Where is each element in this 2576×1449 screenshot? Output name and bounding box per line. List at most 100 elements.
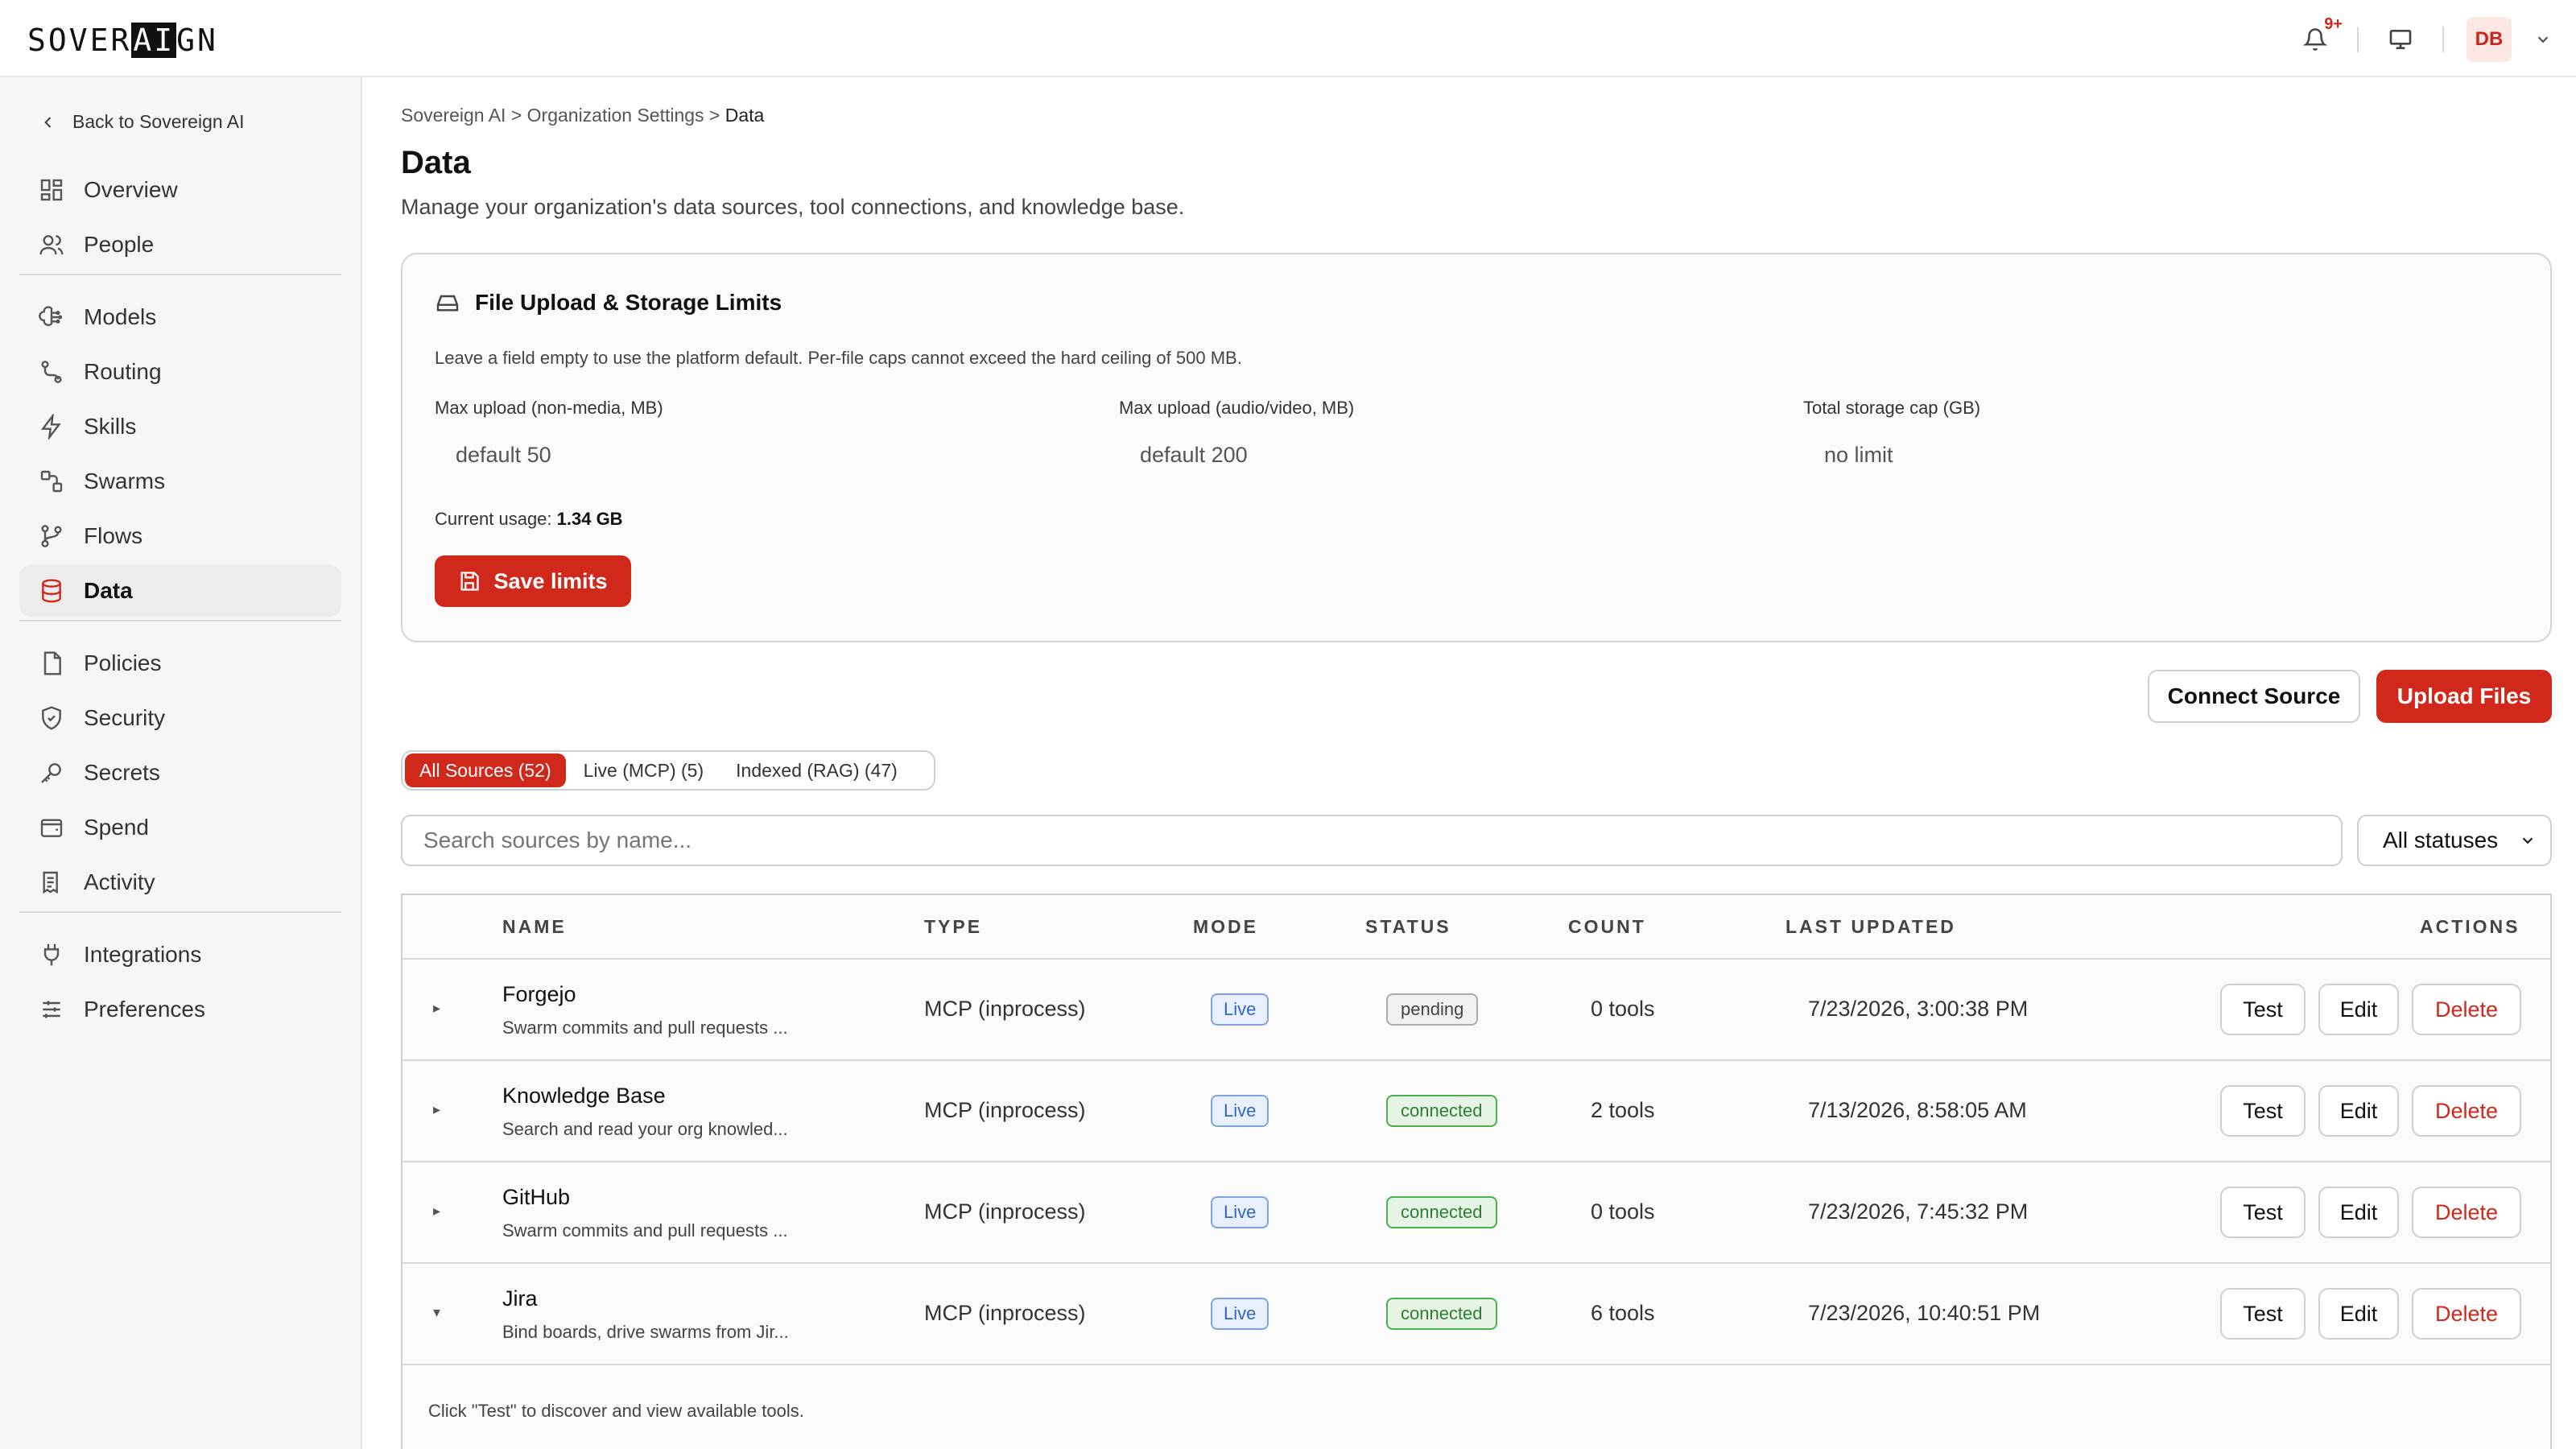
sidebar-item-data[interactable]: Data: [19, 565, 341, 617]
divider: [2442, 27, 2444, 52]
display-button[interactable]: [2381, 20, 2420, 59]
card-title-text: File Upload & Storage Limits: [475, 290, 782, 315]
storage-cap-input[interactable]: no limit: [1803, 443, 2496, 468]
status-filter-value: All statuses: [2383, 828, 2499, 852]
tab-all-sources[interactable]: All Sources (52): [405, 753, 566, 787]
sidebar-item-label: Preferences: [84, 997, 205, 1022]
sidebar-item-secrets[interactable]: Secrets: [19, 747, 341, 799]
max-upload-media-input[interactable]: default 200: [1119, 443, 1811, 468]
table-row[interactable]: ▸ Forgejo Swarm commits and pull request…: [402, 960, 2550, 1061]
test-button[interactable]: Test: [2220, 1085, 2306, 1137]
column-header-count[interactable]: COUNT: [1568, 916, 1646, 938]
sidebar-item-label: Security: [84, 705, 166, 730]
notifications-button[interactable]: 9+: [2296, 15, 2343, 59]
test-button[interactable]: Test: [2220, 1288, 2306, 1340]
delete-button[interactable]: Delete: [2412, 984, 2521, 1035]
sidebar-item-routing[interactable]: Routing: [19, 346, 341, 398]
sidebar-item-activity[interactable]: Activity: [19, 857, 341, 908]
expand-caret-icon[interactable]: ▸: [433, 1000, 440, 1017]
table-row[interactable]: ▸ Knowledge Base Search and read your or…: [402, 1061, 2550, 1162]
source-type: MCP (inprocess): [924, 1098, 1086, 1122]
users-icon: [39, 235, 64, 255]
usage-value: 1.34 GB: [556, 509, 623, 529]
breadcrumb-root[interactable]: Sovereign AI: [401, 105, 506, 126]
page-subtitle: Manage your organization's data sources,…: [401, 195, 1185, 219]
table-header: NAME TYPE MODE STATUS COUNT LAST UPDATED…: [402, 895, 2550, 960]
storage-limits-card: File Upload & Storage Limits Leave a fie…: [401, 253, 2552, 642]
receipt-icon: [43, 871, 58, 894]
source-type: MCP (inprocess): [924, 1301, 1086, 1325]
expand-caret-icon[interactable]: ▸: [433, 1101, 440, 1118]
sidebar-item-overview[interactable]: Overview: [19, 164, 341, 216]
column-header-actions: ACTIONS: [2420, 916, 2520, 937]
status-badge: connected: [1386, 1095, 1497, 1127]
sidebar-item-skills[interactable]: Skills: [19, 401, 341, 452]
mode-badge: Live: [1211, 1196, 1269, 1228]
delete-button[interactable]: Delete: [2412, 1085, 2521, 1137]
sidebar-item-preferences[interactable]: Preferences: [19, 984, 341, 1035]
sidebar-item-label: Integrations: [84, 942, 202, 967]
last-updated: 7/23/2026, 10:40:51 PM: [1808, 1301, 2041, 1325]
collapse-caret-icon[interactable]: ▾: [433, 1304, 440, 1321]
edit-button[interactable]: Edit: [2318, 984, 2399, 1035]
test-button[interactable]: Test: [2220, 1187, 2306, 1238]
user-avatar[interactable]: DB: [2467, 17, 2512, 62]
field-label: Total storage cap (GB): [1803, 398, 1981, 418]
max-upload-media-field: Max upload (audio/video, MB) default 200: [1119, 398, 1811, 468]
status-badge: pending: [1386, 993, 1479, 1026]
last-updated: 7/13/2026, 8:58:05 AM: [1808, 1098, 2027, 1122]
delete-button[interactable]: Delete: [2412, 1187, 2521, 1238]
column-header-name[interactable]: NAME: [502, 916, 567, 938]
sidebar-item-spend[interactable]: Spend: [19, 802, 341, 853]
back-link-label: Back to Sovereign AI: [72, 111, 245, 132]
expand-caret-icon[interactable]: ▸: [433, 1203, 440, 1220]
delete-button[interactable]: Delete: [2412, 1288, 2521, 1340]
source-description: Search and read your org knowled...: [502, 1119, 788, 1139]
plug-icon: [43, 943, 60, 966]
source-type: MCP (inprocess): [924, 997, 1086, 1021]
hard-drive-icon: [436, 295, 459, 312]
back-link[interactable]: Back to Sovereign AI: [40, 111, 245, 133]
status-filter-select[interactable]: All statuses: [2357, 815, 2552, 866]
mode-badge: Live: [1211, 1298, 1269, 1330]
sidebar-item-models[interactable]: Models: [19, 291, 341, 343]
test-button[interactable]: Test: [2220, 984, 2306, 1035]
column-header-type[interactable]: TYPE: [924, 916, 982, 938]
nav-divider: [19, 620, 341, 621]
sovereign-logo[interactable]: SOVERAIGN: [27, 23, 218, 58]
column-header-last-updated[interactable]: LAST UPDATED: [1785, 916, 1956, 938]
edit-button[interactable]: Edit: [2318, 1187, 2399, 1238]
sidebar-item-swarms[interactable]: Swarms: [19, 456, 341, 507]
sidebar-item-flows[interactable]: Flows: [19, 510, 341, 562]
status-badge: connected: [1386, 1196, 1497, 1228]
tool-count: 0 tools: [1591, 1199, 1655, 1224]
expanded-row-hint: Click "Test" to discover and view availa…: [428, 1401, 804, 1421]
sidebar-item-policies[interactable]: Policies: [19, 638, 341, 689]
nav-divider: [19, 911, 341, 913]
sidebar-item-integrations[interactable]: Integrations: [19, 929, 341, 980]
edit-button[interactable]: Edit: [2318, 1288, 2399, 1340]
save-limits-button[interactable]: Save limits: [435, 555, 631, 607]
tab-live-mcp[interactable]: Live (MCP) (5): [569, 753, 719, 787]
max-upload-non-media-input[interactable]: default 50: [435, 443, 1127, 468]
upload-files-button[interactable]: Upload Files: [2376, 670, 2552, 723]
branch-icon: [41, 525, 62, 547]
sources-table: NAME TYPE MODE STATUS COUNT LAST UPDATED…: [401, 894, 2552, 1449]
sidebar-item-people[interactable]: People: [19, 219, 341, 270]
table-row[interactable]: ▾ Jira Bind boards, drive swarms from Ji…: [402, 1264, 2550, 1365]
breadcrumb-parent[interactable]: Organization Settings: [527, 105, 704, 126]
last-updated: 7/23/2026, 3:00:38 PM: [1808, 997, 2029, 1021]
search-input[interactable]: [401, 815, 2343, 866]
connect-source-button[interactable]: Connect Source: [2148, 670, 2360, 723]
field-label: Max upload (audio/video, MB): [1119, 398, 1355, 418]
column-header-mode[interactable]: MODE: [1193, 916, 1258, 938]
edit-button[interactable]: Edit: [2318, 1085, 2399, 1137]
table-row[interactable]: ▸ GitHub Swarm commits and pull requests…: [402, 1162, 2550, 1264]
breadcrumb-separator: >: [510, 105, 522, 126]
chevron-down-icon[interactable]: [2534, 31, 2552, 48]
sidebar-item-security[interactable]: Security: [19, 692, 341, 744]
mode-badge: Live: [1211, 993, 1269, 1026]
column-header-status[interactable]: STATUS: [1365, 916, 1451, 938]
key-icon: [41, 763, 61, 783]
tab-indexed-rag[interactable]: Indexed (RAG) (47): [721, 753, 912, 787]
